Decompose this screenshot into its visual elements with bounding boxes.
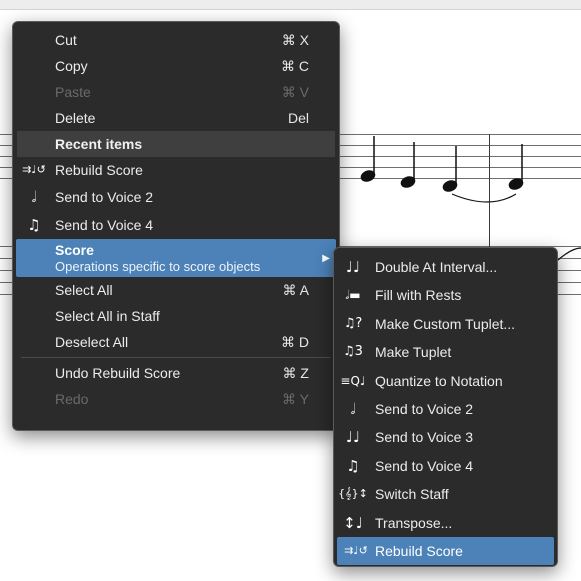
submenu-item-switch-staff[interactable]: {𝄞}↕ Switch Staff	[334, 480, 557, 508]
double-at-interval-icon: ♩♩	[345, 258, 361, 276]
menu-item-label: Send to Voice 3	[375, 429, 474, 446]
submenu-item-quantize-to-notation[interactable]: ≡Q♩ Quantize to Notation	[334, 367, 557, 395]
recent-item-send-to-voice-2[interactable]: 𝅗𝅥 Send to Voice 2	[13, 183, 339, 211]
rebuild-score-icon: ⇉♩↺	[344, 543, 368, 557]
menu-item-label: Copy	[55, 58, 88, 74]
shortcut-label: ⌘ V	[281, 84, 309, 100]
menu-item-paste: Paste ⌘ V	[13, 79, 339, 105]
shortcut-label: ⌘ X	[281, 32, 309, 48]
menu-item-select-all[interactable]: Select All ⌘ A	[13, 277, 339, 303]
menu-item-label: Undo Rebuild Score	[55, 365, 181, 381]
voice-2-icon: 𝅗𝅥	[350, 399, 356, 418]
custom-tuplet-icon: ♫?	[343, 315, 363, 331]
menu-item-select-all-in-staff[interactable]: Select All in Staff	[13, 303, 339, 329]
submenu-item-make-tuplet[interactable]: ♫3 Make Tuplet	[334, 338, 557, 366]
voice-3-icon: ♩♩	[345, 428, 361, 447]
submenu-arrow-icon: ▶	[322, 253, 330, 264]
top-toolbar	[0, 0, 581, 10]
menu-item-label: Quantize to Notation	[375, 372, 503, 389]
submenu-item-send-to-voice-4[interactable]: ♫ Send to Voice 4	[334, 452, 557, 480]
menu-item-label: Double At Interval...	[375, 259, 498, 275]
voice-2-icon: 𝅗𝅥	[31, 188, 37, 206]
submenu-item-send-to-voice-2[interactable]: 𝅗𝅥 Send to Voice 2	[334, 395, 557, 423]
shortcut-label: ⌘ C	[281, 58, 309, 74]
menu-item-label: Send to Voice 4	[55, 217, 154, 233]
score-description: Operations specific to score objects	[55, 259, 261, 274]
menu-item-label: Cut	[55, 32, 77, 48]
tuplet-icon: ♫3	[343, 344, 363, 360]
menu-item-label: Rebuild Score	[375, 542, 463, 559]
transpose-icon: ↕♩	[343, 513, 363, 532]
recent-item-send-to-voice-4[interactable]: ♫ Send to Voice 4	[13, 211, 339, 239]
context-menu: Cut ⌘ X Copy ⌘ C Paste ⌘ V Delete Del Re…	[12, 21, 340, 431]
menu-item-label: Send to Voice 2	[55, 189, 154, 205]
quantize-icon: ≡Q♩	[340, 373, 366, 388]
menu-separator	[21, 357, 331, 358]
submenu-item-double-at-interval[interactable]: ♩♩ Double At Interval...	[334, 253, 557, 281]
menu-item-label: Redo	[55, 391, 89, 407]
menu-item-label: Send to Voice 2	[375, 400, 474, 417]
menu-item-cut[interactable]: Cut ⌘ X	[13, 27, 339, 53]
score-title: Score	[55, 242, 94, 258]
menu-item-deselect-all[interactable]: Deselect All ⌘ D	[13, 329, 339, 355]
shortcut-label: ⌘ Z	[282, 365, 309, 381]
menu-item-copy[interactable]: Copy ⌘ C	[13, 53, 339, 79]
menu-item-label: Switch Staff	[375, 486, 449, 503]
shortcut-label: ⌘ D	[281, 334, 309, 350]
shortcut-label: Del	[287, 110, 309, 126]
menu-item-delete[interactable]: Delete Del	[13, 105, 339, 131]
voice-4-icon: ♫	[346, 456, 360, 475]
recent-items-header: Recent items	[17, 131, 335, 157]
score-submenu: ♩♩ Double At Interval... 𝅗𝅥▬ Fill with R…	[333, 247, 558, 567]
fill-with-rests-icon: 𝅗𝅥▬	[345, 288, 361, 303]
menu-item-redo: Redo ⌘ Y	[13, 386, 339, 412]
menu-item-label: Transpose...	[375, 514, 453, 531]
shortcut-label: ⌘ A	[282, 282, 309, 298]
menu-item-label: Select All	[55, 282, 113, 298]
submenu-item-rebuild-score[interactable]: ⇉♩↺ Rebuild Score	[337, 536, 554, 566]
submenu-item-send-to-voice-3[interactable]: ♩♩ Send to Voice 3	[334, 423, 557, 451]
menu-item-label: Paste	[55, 84, 91, 100]
submenu-item-fill-with-rests[interactable]: 𝅗𝅥▬ Fill with Rests	[334, 281, 557, 309]
voice-4-icon: ♫	[27, 216, 41, 234]
menu-item-label: Make Custom Tuplet...	[375, 315, 516, 332]
menu-item-label: Send to Voice 4	[375, 457, 474, 474]
shortcut-label: ⌘ Y	[282, 391, 309, 407]
recent-item-rebuild-score[interactable]: ⇉♩↺ Rebuild Score	[13, 157, 339, 183]
submenu-item-make-custom-tuplet[interactable]: ♫? Make Custom Tuplet...	[334, 310, 557, 338]
menu-item-score[interactable]: Score Operations specific to score objec…	[16, 239, 336, 277]
menu-item-undo[interactable]: Undo Rebuild Score ⌘ Z	[13, 360, 339, 386]
menu-item-label: Rebuild Score	[55, 162, 143, 178]
rebuild-score-icon: ⇉♩↺	[22, 163, 46, 176]
menu-item-label: Select All in Staff	[55, 308, 160, 324]
menu-item-label: Delete	[55, 110, 96, 126]
switch-staff-icon: {𝄞}↕	[338, 487, 368, 501]
submenu-item-transpose[interactable]: ↕♩ Transpose...	[334, 509, 557, 537]
menu-item-label: Deselect All	[55, 334, 129, 350]
menu-item-label: Fill with Rests	[375, 287, 462, 304]
menu-item-label: Make Tuplet	[375, 344, 452, 361]
